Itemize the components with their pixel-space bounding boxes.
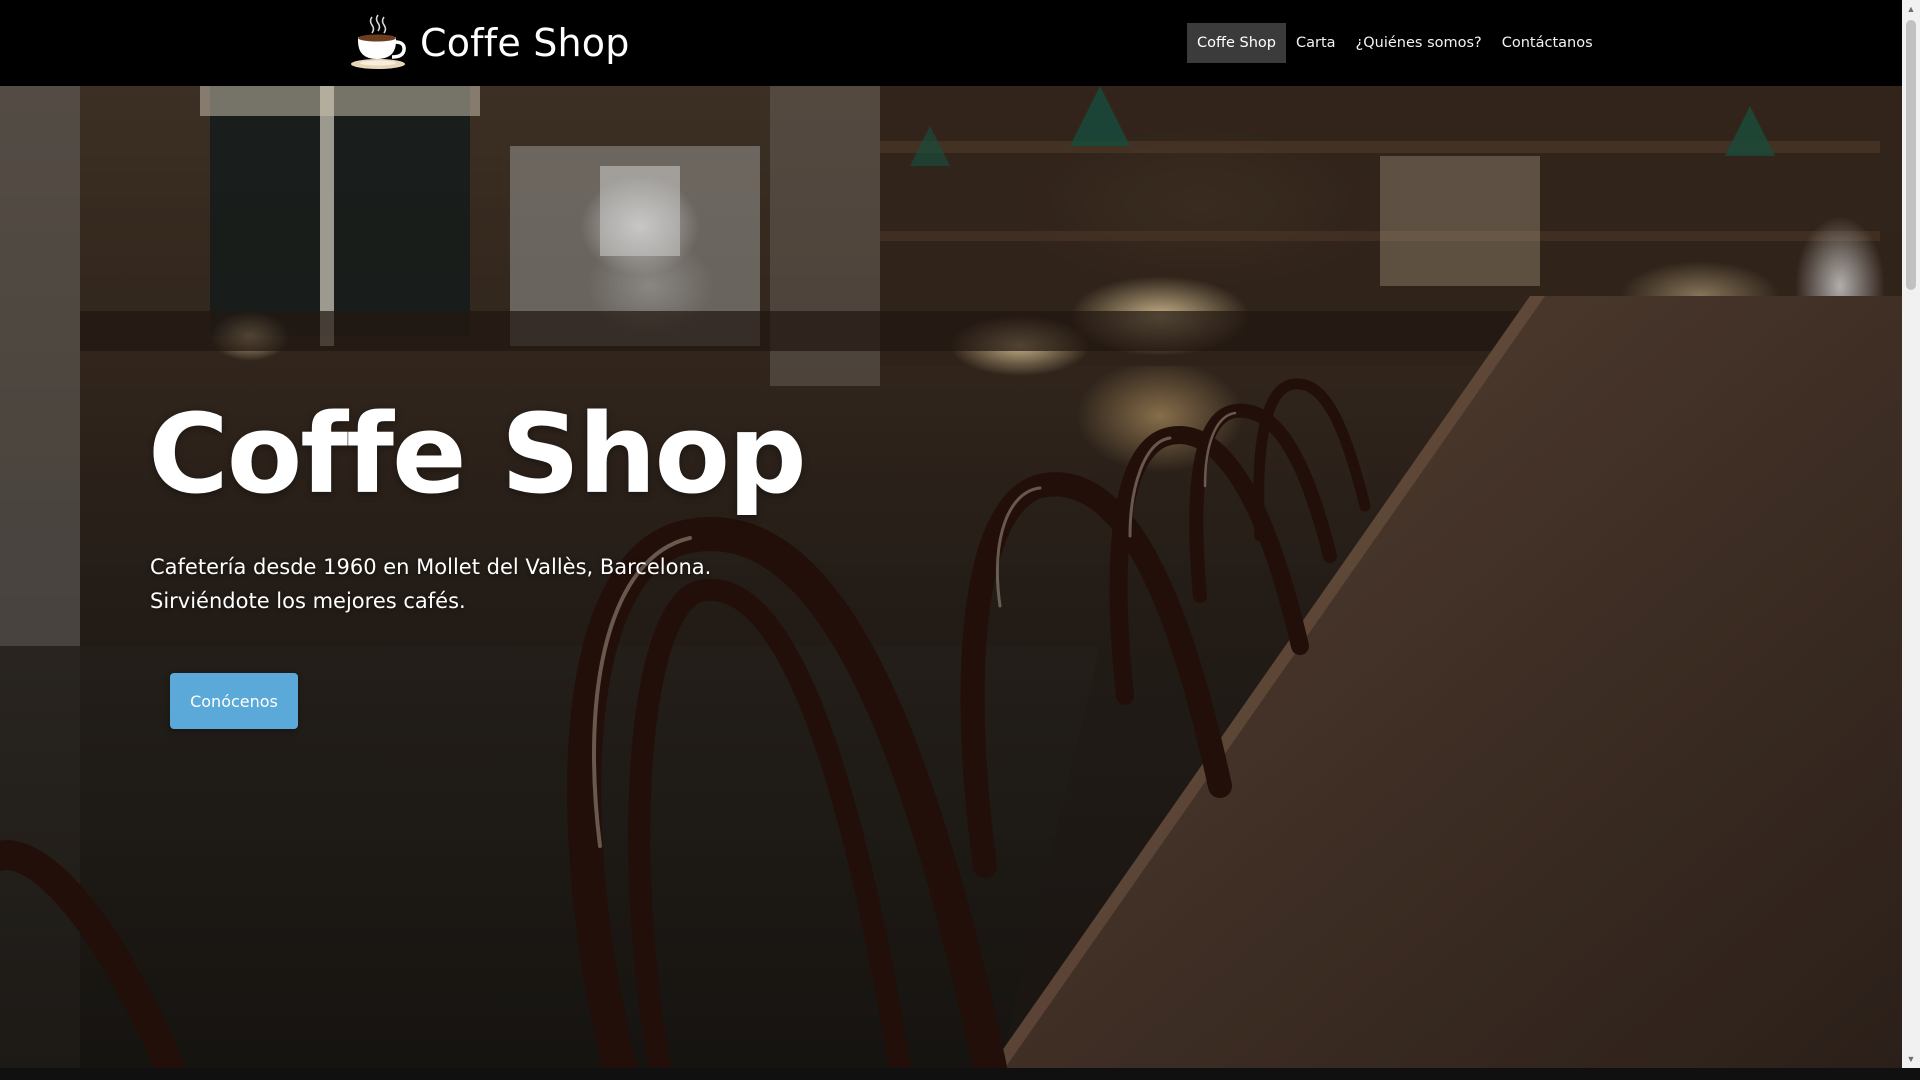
hero-description-line-1: Cafetería desde 1960 en Mollet del Vallè… xyxy=(150,555,712,579)
scrollbar-thumb[interactable] xyxy=(1906,20,1916,290)
nav-menu: Coffe Shop Carta ¿Quiénes somos? Contáct… xyxy=(1187,23,1603,63)
coffee-cup-icon xyxy=(351,14,406,69)
page: Coffe Shop Coffe Shop Carta ¿Quiénes som… xyxy=(0,0,1920,1080)
vertical-scrollbar[interactable]: ▲ ▼ xyxy=(1902,0,1920,1068)
hero-description: Cafetería desde 1960 en Mollet del Vallè… xyxy=(150,550,711,618)
brand-name: Coffe Shop xyxy=(420,21,630,65)
conocenos-button[interactable]: Conócenos xyxy=(170,673,298,729)
bottom-edge-bar xyxy=(0,1068,1920,1080)
hero-title: Coffe Shop xyxy=(148,390,807,518)
hero-section: Coffe Shop Cafetería desde 1960 en Molle… xyxy=(0,86,1902,1068)
top-navbar: Coffe Shop Coffe Shop Carta ¿Quiénes som… xyxy=(0,0,1902,86)
nav-link-contactanos[interactable]: Contáctanos xyxy=(1492,23,1603,63)
hero-description-line-2: Sirviéndote los mejores cafés. xyxy=(150,589,466,613)
scroll-down-arrow-icon[interactable]: ▼ xyxy=(1902,1052,1920,1066)
scroll-up-arrow-icon[interactable]: ▲ xyxy=(1902,2,1920,16)
nav-link-coffe-shop[interactable]: Coffe Shop xyxy=(1187,23,1286,63)
nav-link-quienes-somos[interactable]: ¿Quiénes somos? xyxy=(1346,23,1492,63)
nav-link-carta[interactable]: Carta xyxy=(1286,23,1346,63)
brand-link[interactable]: Coffe Shop xyxy=(350,12,630,74)
